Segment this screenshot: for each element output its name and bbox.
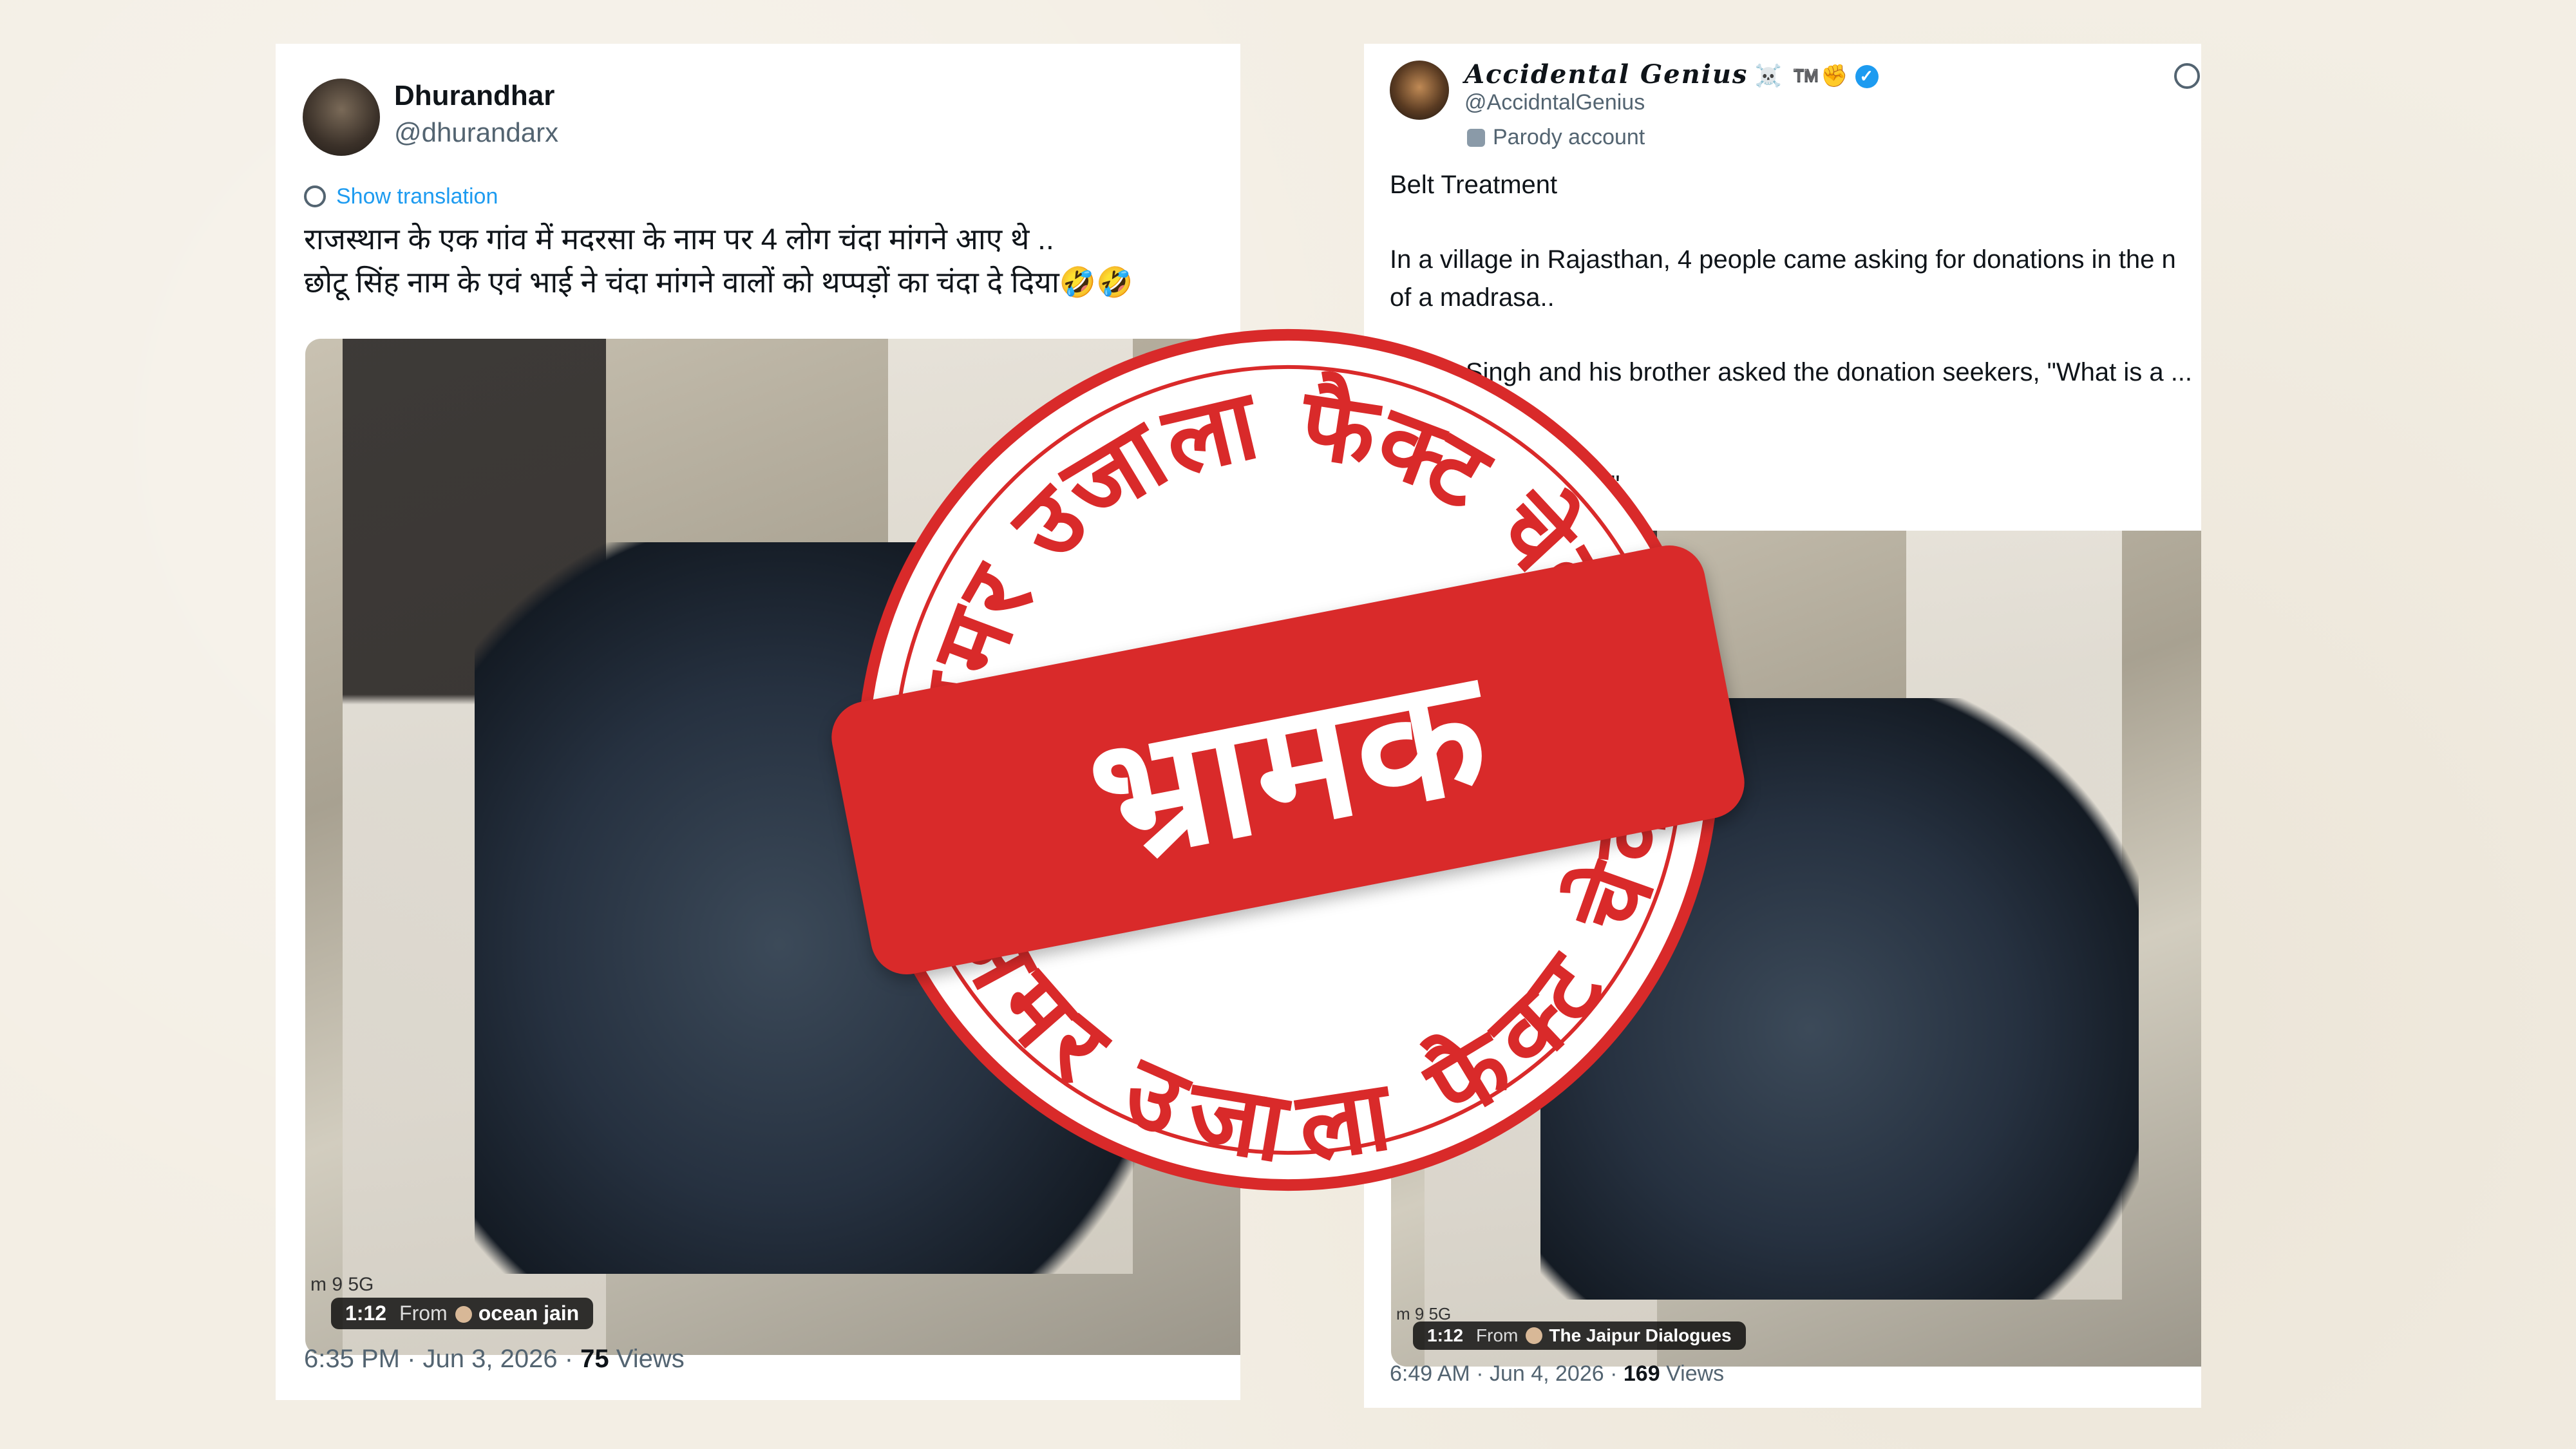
author-name[interactable]: Dhurandhar (394, 80, 554, 112)
tweet-text: राजस्थान के एक गांव में मदरसा के नाम पर … (304, 218, 1225, 304)
author-name[interactable]: Accidental Genius ☠️ ™️✊ ✓ (1464, 59, 1879, 90)
tweet-paragraph: Belt Treatment (1390, 171, 1558, 199)
author-handle[interactable]: @dhurandarx (394, 117, 558, 148)
parody-account-label: Parody account (1467, 125, 1645, 150)
avatar[interactable] (303, 79, 380, 156)
more-options-icon[interactable] (2174, 63, 2200, 89)
parody-text: Parody account (1493, 125, 1645, 149)
tweet-meta: 6:35 PM · Jun 3, 2026 · 75 Views (304, 1345, 685, 1374)
video-duration: 1:12 (1427, 1325, 1464, 1345)
tweet-line: राजस्थान के एक गांव में मदरसा के नाम पर … (304, 222, 1054, 256)
tweet-timestamp[interactable]: 6:35 PM · Jun 3, 2026 · (304, 1345, 580, 1373)
author-name-text: Accidental Genius (1464, 59, 1748, 90)
views-count: 169 (1623, 1361, 1660, 1386)
tweet-meta: 6:49 AM · Jun 4, 2026 · 169 Views (1390, 1361, 1724, 1387)
translate-icon (304, 185, 326, 207)
views-count: 75 (580, 1345, 609, 1373)
video-from-label: From (399, 1302, 448, 1325)
tweet-timestamp[interactable]: 6:49 AM · Jun 4, 2026 · (1390, 1361, 1624, 1386)
source-avatar-icon (1526, 1327, 1543, 1344)
video-watermark: m 9 5G (310, 1274, 374, 1295)
video-source[interactable]: ocean jain (478, 1302, 580, 1325)
source-avatar-icon (455, 1306, 472, 1323)
avatar[interactable] (1390, 61, 1449, 120)
video-duration: 1:12 (345, 1302, 387, 1325)
video-duration-badge: 1:12 From The Jaipur Dialogues (1413, 1321, 1746, 1350)
show-translation-label: Show translation (336, 184, 498, 209)
mask-icon (1467, 129, 1485, 147)
views-label: Views (609, 1345, 685, 1373)
fact-check-stamp: अमर उजाला फैक्ट चेक अमर उजाला फैक्ट चेक … (824, 296, 1752, 1251)
author-handle[interactable]: @AccidntalGenius (1464, 90, 1645, 115)
video-from-label: From (1476, 1325, 1519, 1345)
video-source[interactable]: The Jaipur Dialogues (1549, 1325, 1731, 1345)
views-label: Views (1660, 1361, 1725, 1386)
author-name-emoji: ☠️ ™️✊ (1754, 63, 1850, 89)
verdict-text: भ्रामक (1075, 633, 1503, 900)
verified-badge-icon: ✓ (1855, 65, 1879, 88)
video-duration-badge: 1:12 From ocean jain (331, 1298, 594, 1329)
show-translation-link[interactable]: Show translation (304, 184, 498, 209)
